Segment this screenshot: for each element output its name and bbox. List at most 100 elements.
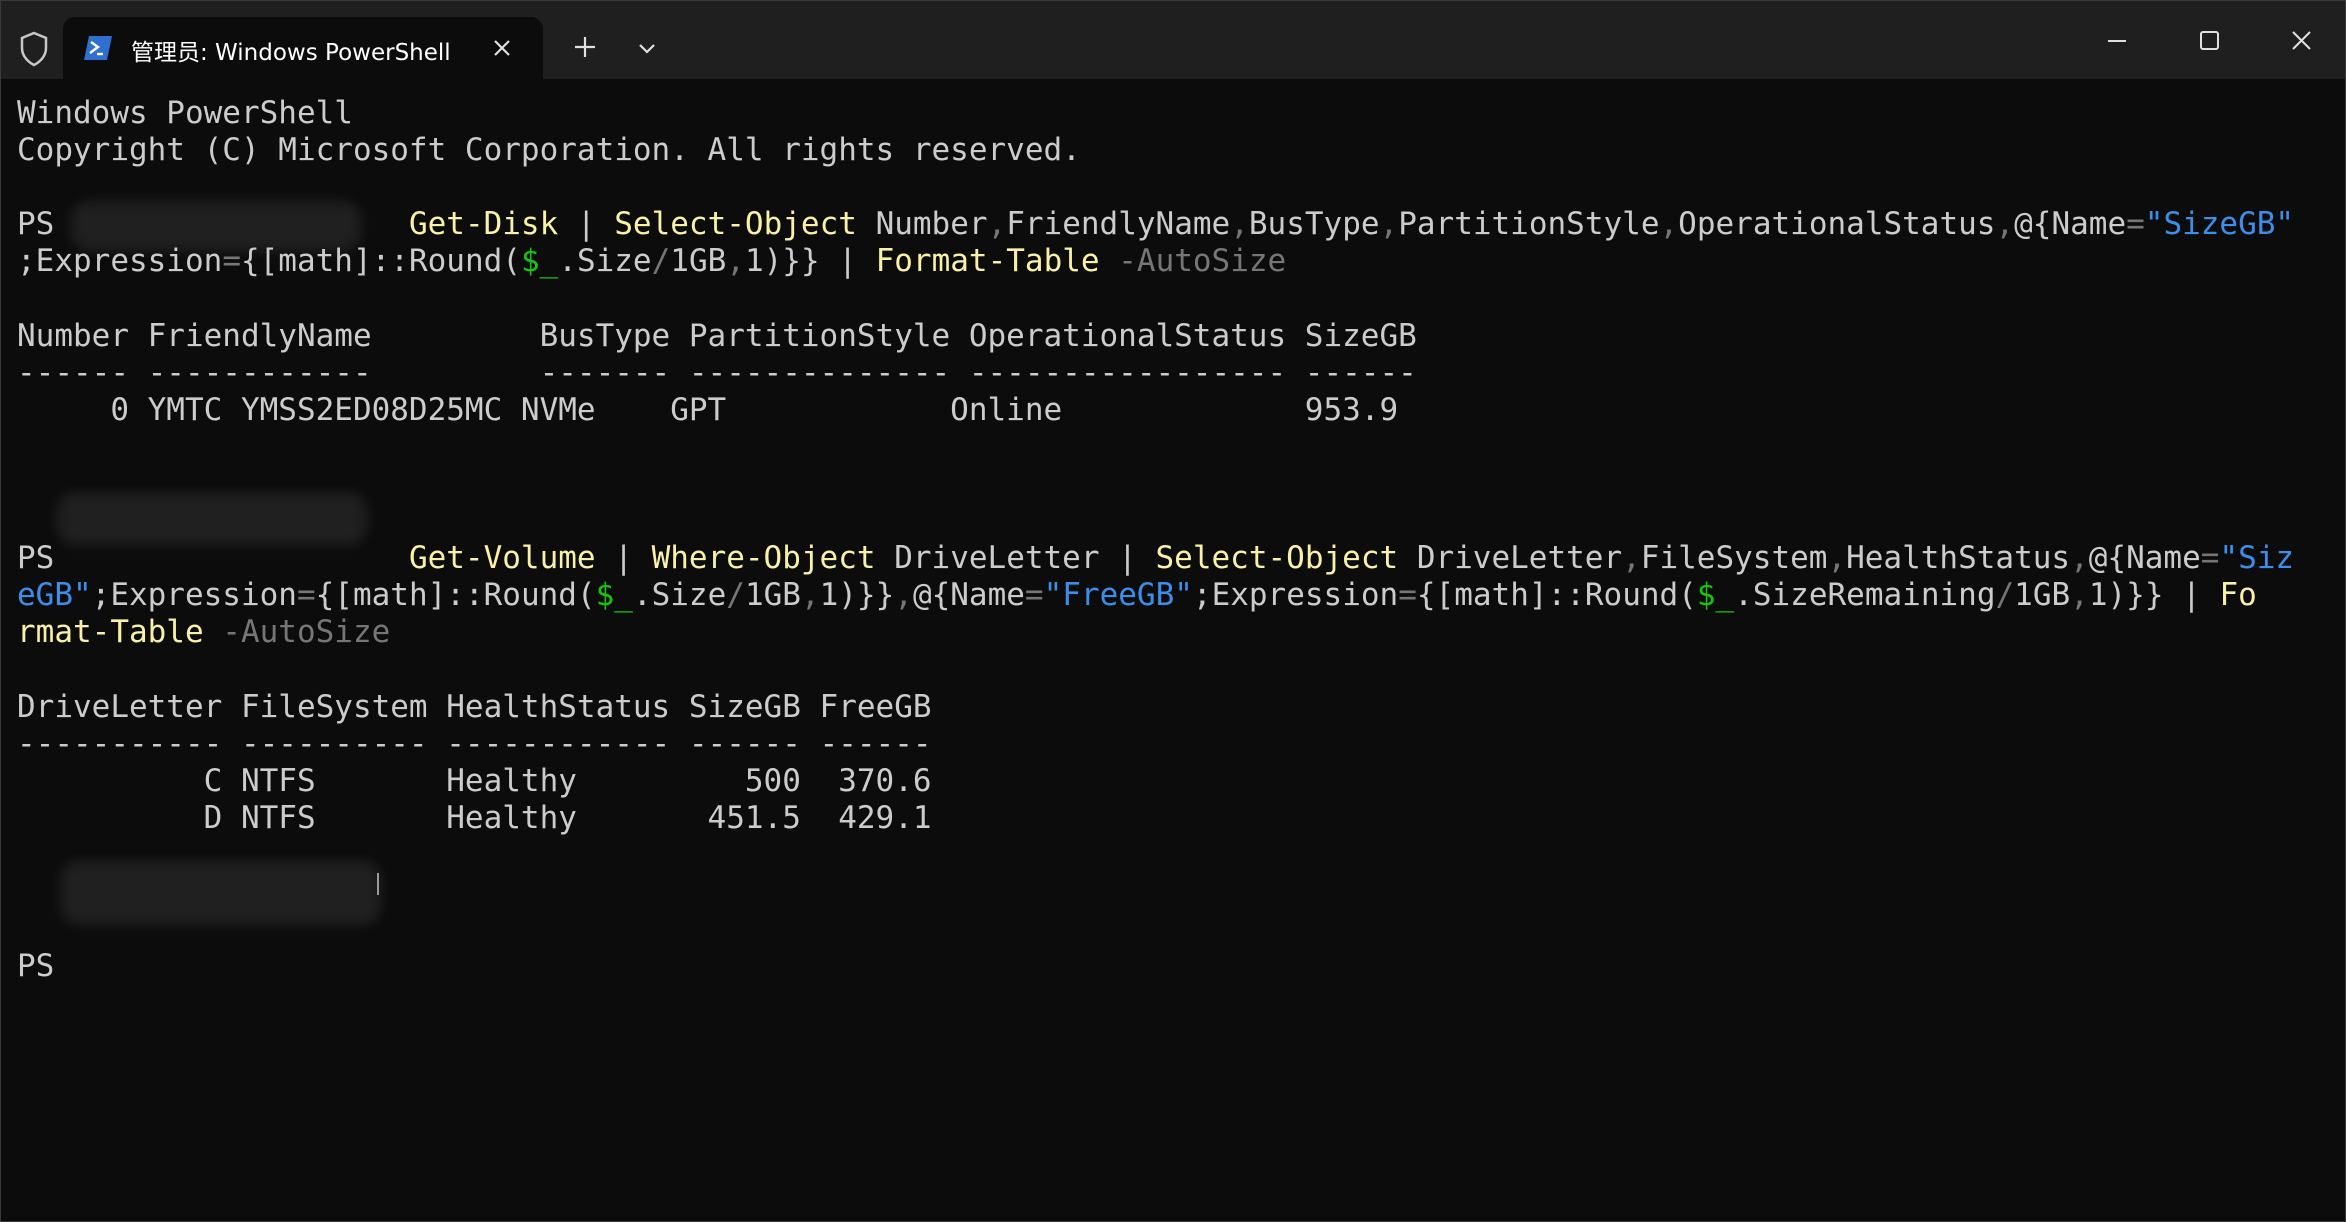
token: = bbox=[2200, 540, 2220, 577]
command-line: ;Expression={[math]::Round($_.Size/1GB,1… bbox=[17, 243, 2327, 280]
token: $_ bbox=[595, 577, 633, 614]
token: Where-Object bbox=[651, 540, 876, 577]
token: BusType bbox=[1248, 206, 1380, 243]
text-cursor bbox=[377, 873, 379, 895]
table-row: D NTFS Healthy 451.5 429.1 bbox=[17, 799, 932, 836]
command-line: rmat-Table -AutoSize bbox=[17, 614, 2327, 651]
token: DriveLetter | bbox=[875, 540, 1156, 577]
token: .SizeRemaining bbox=[1734, 577, 1996, 614]
prompt-line[interactable]: PS bbox=[17, 948, 2327, 985]
console-line: Windows PowerShell bbox=[17, 95, 353, 131]
token: HealthStatus bbox=[1846, 540, 2071, 577]
token: ;Expression bbox=[17, 243, 223, 280]
token: , bbox=[1230, 206, 1249, 243]
token: , bbox=[800, 577, 820, 614]
tab-powershell[interactable]: 管理员: Windows PowerShell bbox=[63, 17, 543, 79]
token: | bbox=[558, 206, 615, 243]
command-line: PS Get-Disk | Select-Object Number,Frien… bbox=[17, 206, 2327, 243]
token: 1)}} bbox=[819, 577, 895, 614]
token: , bbox=[2070, 577, 2089, 614]
token: "SizeGB" bbox=[2144, 206, 2295, 243]
table-row: C NTFS Healthy 500 370.6 bbox=[17, 762, 932, 799]
token: 1)}} | bbox=[2088, 577, 2220, 614]
token: Fo bbox=[2219, 577, 2257, 614]
token: eGB" bbox=[17, 577, 92, 614]
prompt: PS bbox=[17, 948, 55, 985]
terminal-window: 管理员: Windows PowerShell Windows PowerShe… bbox=[0, 0, 2346, 1222]
token: / bbox=[1995, 577, 2015, 614]
maximize-icon[interactable] bbox=[2187, 21, 2231, 61]
token: ;Expression bbox=[1192, 577, 1399, 614]
token: / bbox=[726, 577, 745, 614]
token: {[math]::Round( bbox=[240, 243, 521, 280]
table-header: Number FriendlyName BusType PartitionSty… bbox=[17, 317, 1417, 354]
command-line: eGB";Expression={[math]::Round($_.Size/1… bbox=[17, 577, 2327, 614]
token: 1GB bbox=[744, 577, 801, 614]
token: FileSystem bbox=[1640, 540, 1828, 577]
token: $_ bbox=[1696, 577, 1735, 614]
token: 1)}} | bbox=[744, 243, 876, 280]
token: Select-Object bbox=[1155, 540, 1399, 577]
plus-icon[interactable] bbox=[567, 29, 603, 65]
token: $_ bbox=[520, 243, 559, 280]
token: -AutoSize bbox=[203, 614, 391, 651]
token: ;Expression bbox=[91, 577, 297, 614]
token: / bbox=[651, 243, 671, 280]
token: , bbox=[1659, 206, 1679, 243]
token: DriveLetter bbox=[1398, 540, 1623, 577]
token: {[math]::Round( bbox=[315, 577, 596, 614]
token: .Size bbox=[558, 243, 652, 280]
token: "Siz bbox=[2219, 540, 2295, 577]
token: Select-Object bbox=[614, 206, 857, 243]
table-row: 0 YMTC YMSS2ED08D25MC NVMe GPT Online 95… bbox=[17, 391, 1399, 428]
prompt: PS bbox=[17, 206, 73, 243]
token: {[math]::Round( bbox=[1416, 577, 1697, 614]
token: FriendlyName bbox=[1006, 206, 1231, 243]
token: , bbox=[1827, 540, 1847, 577]
prompt: PS bbox=[17, 540, 55, 577]
token: = bbox=[2126, 206, 2145, 243]
token: OperationalStatus bbox=[1678, 206, 1996, 243]
command-line: PS Get-Volume | Where-Object DriveLetter… bbox=[17, 540, 2327, 577]
table-separator: ----------- ---------- ------------ ----… bbox=[17, 725, 932, 762]
table-separator: ------ ------------ ------- ------------… bbox=[17, 354, 1417, 391]
token: 1GB bbox=[2014, 577, 2071, 614]
token: @{Name bbox=[912, 577, 1025, 614]
prompt-path-space bbox=[73, 206, 409, 242]
token: Get-Disk bbox=[408, 206, 559, 243]
token: = bbox=[1024, 577, 1044, 614]
token: 1GB bbox=[670, 243, 727, 280]
token: -AutoSize bbox=[1099, 243, 1287, 280]
token: , bbox=[1379, 206, 1399, 243]
token: , bbox=[1995, 206, 2015, 243]
title-bar: 管理员: Windows PowerShell bbox=[1, 1, 2345, 79]
close-icon[interactable] bbox=[485, 31, 519, 65]
token: | bbox=[595, 540, 652, 577]
token: PartitionStyle bbox=[1398, 206, 1660, 243]
token: @{Name bbox=[2088, 540, 2201, 577]
chevron-down-icon[interactable] bbox=[629, 31, 665, 67]
token: .Size bbox=[632, 577, 727, 614]
token: @{Name bbox=[2014, 206, 2127, 243]
token: = bbox=[222, 243, 241, 280]
token: Number bbox=[856, 206, 988, 243]
token: Format-Table bbox=[875, 243, 1100, 280]
token: , bbox=[894, 577, 913, 614]
console-output[interactable]: Windows PowerShell Copyright (C) Microso… bbox=[17, 95, 2327, 985]
token: "FreeGB" bbox=[1043, 577, 1193, 614]
token: = bbox=[296, 577, 316, 614]
token: rmat-Table bbox=[17, 614, 204, 651]
console-line: Copyright (C) Microsoft Corporation. All… bbox=[17, 132, 1081, 169]
close-icon[interactable] bbox=[2279, 21, 2323, 61]
token: , bbox=[2070, 540, 2089, 577]
powershell-icon bbox=[84, 36, 112, 60]
minimize-icon[interactable] bbox=[2095, 21, 2139, 61]
